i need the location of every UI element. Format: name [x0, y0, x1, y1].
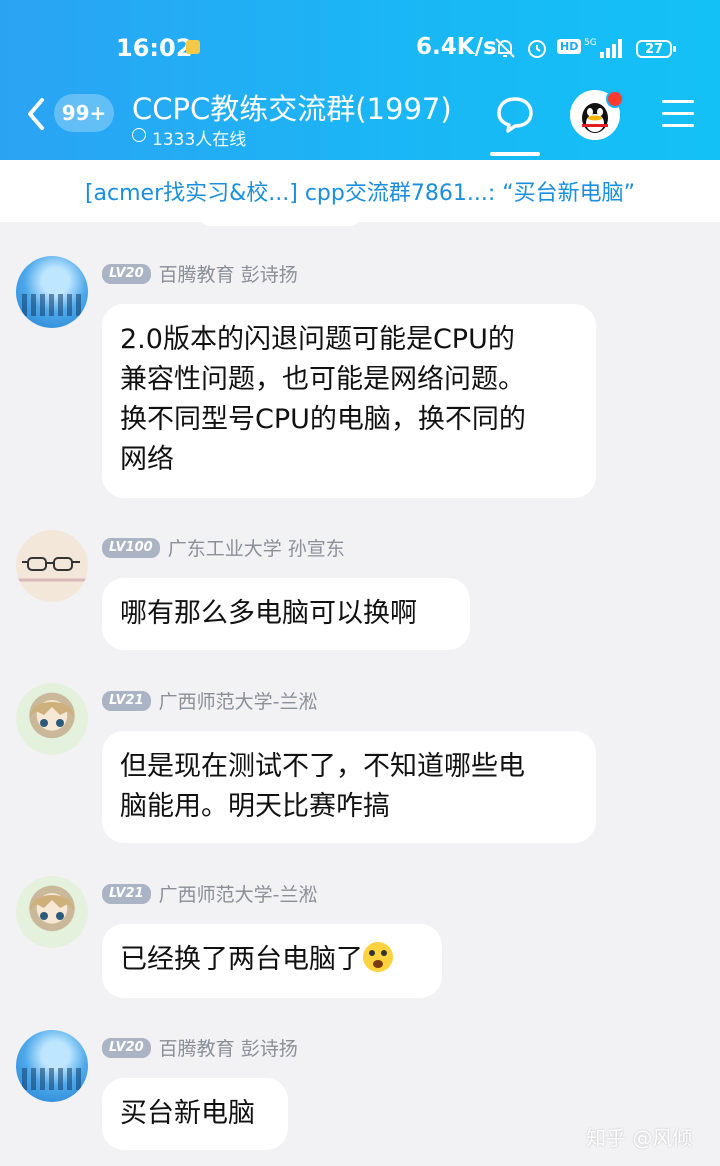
avatar[interactable] [16, 530, 88, 602]
avatar[interactable] [16, 256, 88, 328]
banner-text: [acmer找实习&校...] cpp交流群7861...: “买台新电脑” [84, 181, 636, 206]
net-speed: 6.4K/s [416, 34, 497, 60]
message-bubble[interactable]: 哪有那么多电脑可以换啊 [102, 578, 470, 650]
message-bubble[interactable]: 2.0版本的闪退问题可能是CPU的 兼容性问题，也可能是网络问题。 换不同型号C… [102, 304, 596, 498]
sender-name[interactable]: 广东工业大学 孙宣东 [168, 534, 345, 561]
status-bar: 16:02 6.4K/s HD 5G 27 [0, 0, 720, 100]
group-title[interactable]: CCPC教练交流群(1997) [132, 86, 452, 128]
sender-name[interactable]: 百腾教育 彭诗扬 [159, 1034, 298, 1061]
avatar[interactable] [16, 1030, 88, 1102]
shocked-face-emoji [363, 942, 393, 972]
unread-badge[interactable]: 99+ [54, 94, 114, 132]
mute-bell-icon [495, 38, 515, 58]
back-chevron-icon[interactable] [22, 94, 52, 134]
watermark: 知乎 @风倾 [586, 1126, 693, 1150]
glasses-icon [16, 557, 88, 582]
status-time: 16:02 [116, 34, 193, 62]
level-badge: LV21 [102, 690, 151, 711]
notification-icon [186, 40, 200, 54]
online-status-icon [132, 128, 146, 142]
anime-character-icon [30, 895, 74, 920]
message-bubble[interactable]: 买台新电脑 [102, 1078, 288, 1150]
battery-level: 27 [644, 41, 664, 57]
sender-meta: LV20 百腾教育 彭诗扬 [102, 1034, 298, 1061]
battery-icon: 27 [636, 40, 676, 58]
level-badge: LV21 [102, 883, 151, 904]
sender-meta: LV100 广东工业大学 孙宣东 [102, 534, 345, 561]
message-bubble[interactable]: 但是现在测试不了，不知道哪些电 脑能用。明天比赛咋搞 [102, 731, 596, 843]
signal-icon: 5G [584, 38, 622, 58]
message-banner[interactable]: [acmer找实习&校...] cpp交流群7861...: “买台新电脑” [0, 160, 720, 222]
sender-meta: LV20 百腾教育 彭诗扬 [102, 260, 298, 287]
hd-badge: HD [557, 39, 582, 54]
alarm-icon [528, 40, 546, 58]
sender-meta: LV21 广西师范大学-兰淞 [102, 687, 318, 714]
message-text: 已经换了两台电脑了 [120, 944, 363, 975]
sender-name[interactable]: 百腾教育 彭诗扬 [159, 260, 298, 287]
anime-character-icon [30, 702, 74, 727]
sender-meta: LV21 广西师范大学-兰淞 [102, 880, 318, 907]
sender-name[interactable]: 广西师范大学-兰淞 [159, 880, 318, 907]
level-badge: LV20 [102, 263, 151, 284]
net-type-label: 5G [584, 38, 597, 48]
level-badge: LV100 [102, 537, 160, 558]
level-badge: LV20 [102, 1037, 151, 1058]
previous-message-bubble [200, 212, 360, 226]
sender-name[interactable]: 广西师范大学-兰淞 [159, 687, 318, 714]
avatar[interactable] [16, 876, 88, 948]
menu-icon[interactable] [662, 100, 694, 128]
avatar[interactable] [16, 683, 88, 755]
message-bubble[interactable]: 已经换了两台电脑了 [102, 924, 442, 998]
chat-bubble-icon[interactable] [494, 94, 536, 134]
chat-header: 16:02 6.4K/s HD 5G 27 99+ CCPC教练交流群(1997… [0, 0, 720, 160]
online-count: 1333人在线 [152, 130, 247, 150]
active-tab-indicator [490, 152, 540, 156]
notification-dot [606, 90, 624, 108]
